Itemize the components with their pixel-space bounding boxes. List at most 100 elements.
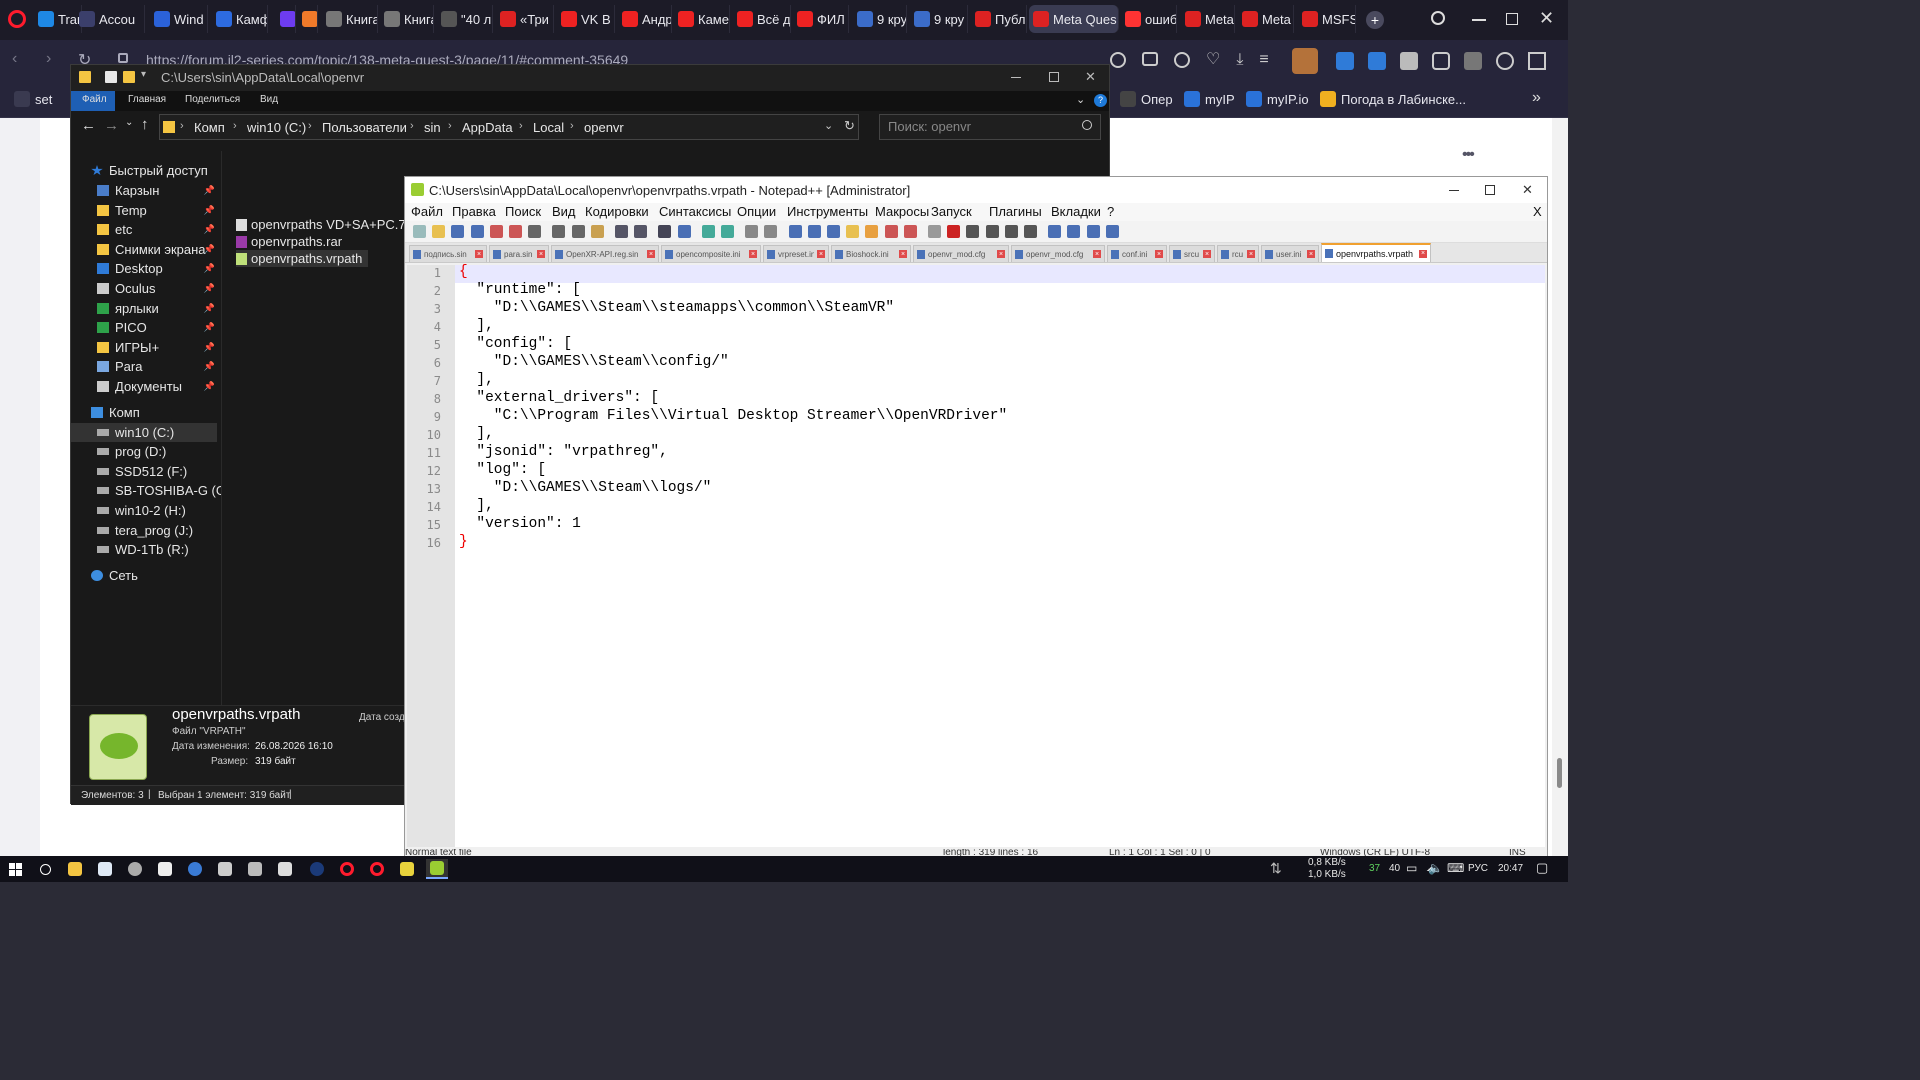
nav-back-icon[interactable]: ←: [81, 117, 96, 134]
pin-icon[interactable]: 📌: [204, 322, 215, 333]
play-icon[interactable]: [985, 225, 999, 238]
copy-icon[interactable]: [571, 225, 585, 238]
taskbar-app-tag[interactable]: [214, 859, 236, 879]
tree-item-quick-access[interactable]: Снимки экрана 📌: [71, 240, 217, 259]
tree-item-quick-access[interactable]: ярлыки 📌: [71, 299, 217, 318]
taskbar-notepadpp[interactable]: [426, 859, 448, 879]
function-list-icon[interactable]: [884, 225, 898, 238]
ribbon-tab-view[interactable]: Вид: [260, 94, 278, 105]
browser-tab[interactable]: Meta: [1181, 5, 1235, 33]
shield-ext-icon[interactable]: [1400, 52, 1418, 70]
breadcrumb-separator-icon[interactable]: ›: [410, 120, 414, 132]
stop-icon[interactable]: [966, 225, 980, 238]
menu-item[interactable]: Поиск: [505, 204, 541, 219]
properties-icon[interactable]: [105, 71, 117, 83]
tree-item-quick-access[interactable]: Oculus 📌: [71, 279, 217, 298]
browser-tab[interactable]: MSFS: [1298, 5, 1356, 33]
tree-item-quick-access[interactable]: PICO 📌: [71, 318, 217, 337]
sync-h-icon[interactable]: [764, 225, 778, 238]
clock-time[interactable]: 20:47: [1498, 863, 1523, 874]
tree-network[interactable]: Сеть: [71, 566, 217, 585]
browser-tab[interactable]: Wind: [150, 5, 208, 33]
bookmark-item[interactable]: Погода в Лабинске...: [1320, 91, 1466, 107]
udl-icon[interactable]: [846, 225, 860, 238]
volume-icon[interactable]: 🔈: [1428, 861, 1443, 875]
s-ext-icon[interactable]: [1368, 52, 1386, 70]
close-document-button[interactable]: X: [1533, 204, 1542, 219]
browser-tab[interactable]: «Три: [496, 5, 554, 33]
monitor-icon[interactable]: [928, 225, 941, 238]
pin-icon[interactable]: 📌: [204, 303, 215, 314]
zoom-out-icon[interactable]: [721, 225, 734, 238]
bookmark-item[interactable]: set: [14, 91, 52, 107]
avatar[interactable]: [1292, 48, 1318, 74]
menu-item[interactable]: ?: [1107, 204, 1114, 219]
keyboard-icon[interactable]: ⌨: [1447, 861, 1464, 875]
nav-up-icon[interactable]: ↑: [141, 116, 149, 133]
taskbar-chrome-g[interactable]: [396, 859, 418, 879]
browser-tab[interactable]: Meta Ques: [1029, 5, 1119, 33]
menu-item[interactable]: Синтаксисы: [659, 204, 731, 219]
tree-item-quick-access[interactable]: Документы 📌: [71, 377, 217, 396]
save-all-icon[interactable]: [470, 225, 484, 238]
more-options-icon[interactable]: •••: [1462, 146, 1475, 164]
search-icon[interactable]: [1431, 11, 1445, 25]
open-file-icon[interactable]: [432, 225, 446, 238]
paste-icon[interactable]: [590, 225, 604, 238]
taskbar-app-plane[interactable]: [274, 859, 296, 879]
pin-icon[interactable]: 📌: [204, 263, 215, 274]
explorer-minimize-icon[interactable]: [1011, 77, 1021, 78]
npp-close-icon[interactable]: ✕: [1522, 182, 1533, 198]
explorer-search-input[interactable]: Поиск: openvr: [879, 114, 1101, 140]
scrollbar-thumb[interactable]: [1557, 758, 1562, 788]
breadcrumb-separator-icon[interactable]: ›: [308, 120, 312, 132]
document-tab[interactable]: подпись.sin ×: [409, 245, 487, 262]
cut-icon[interactable]: [552, 225, 566, 238]
document-tab[interactable]: openvr_mod.cfg ×: [1011, 245, 1105, 262]
cube-ext-icon[interactable]: [1528, 52, 1546, 70]
pin-icon[interactable]: 📌: [204, 283, 215, 294]
browser-tab[interactable]: [298, 5, 318, 33]
menu-item[interactable]: Инструменты: [787, 204, 868, 219]
close-tab-icon[interactable]: ×: [899, 250, 907, 258]
restore-icon[interactable]: [1506, 13, 1518, 25]
tree-item-drive[interactable]: win10 (C:): [71, 422, 217, 442]
taskbar-calculator[interactable]: [154, 859, 176, 879]
breadcrumb-item[interactable]: Local: [533, 120, 564, 135]
close-icon[interactable]: [489, 225, 503, 238]
down-icon[interactable]: [1086, 225, 1100, 238]
file-item[interactable]: openvrpaths.vrpath: [236, 250, 369, 267]
close-tab-icon[interactable]: ×: [1247, 250, 1255, 258]
pin-icon[interactable]: 📌: [204, 224, 215, 235]
breadcrumb-item[interactable]: openvr: [584, 120, 624, 135]
close-tab-icon[interactable]: ×: [1419, 249, 1427, 258]
close-tab-icon[interactable]: ×: [647, 250, 655, 258]
pin-icon[interactable]: 📌: [204, 244, 215, 255]
collapse-icon[interactable]: [1048, 225, 1062, 238]
start-button[interactable]: [4, 859, 26, 879]
page-scrollbar[interactable]: [1552, 118, 1568, 856]
bookmark-item[interactable]: myIP: [1184, 91, 1235, 107]
pin-icon[interactable]: 📌: [204, 361, 215, 372]
quick-access-dropdown-icon[interactable]: ▾: [141, 69, 146, 80]
browser-tab[interactable]: 9 кру: [910, 5, 968, 33]
close-tab-icon[interactable]: ×: [1307, 250, 1315, 258]
print-icon[interactable]: [528, 225, 542, 238]
npp-minimize-icon[interactable]: [1449, 190, 1459, 191]
tree-item-drive[interactable]: WD-1Tb (R:): [71, 540, 217, 559]
zoom-icon[interactable]: [1110, 52, 1126, 68]
up-icon[interactable]: [1067, 225, 1081, 238]
document-tab[interactable]: rcu ×: [1217, 245, 1259, 262]
explorer-maximize-icon[interactable]: [1049, 72, 1059, 82]
tree-item-quick-access[interactable]: Temp 📌: [71, 201, 217, 220]
document-tab[interactable]: opencomposite.ini ×: [661, 245, 761, 262]
close-tab-icon[interactable]: ×: [1155, 250, 1163, 258]
taskbar-app-steam[interactable]: [306, 859, 328, 879]
network-icon[interactable]: ▭: [1406, 861, 1417, 875]
browser-tab[interactable]: Книга: [380, 5, 434, 33]
menu-item[interactable]: Вкладки: [1051, 204, 1101, 219]
browser-tab[interactable]: Камф: [212, 5, 268, 33]
address-dropdown-icon[interactable]: ⌄: [824, 119, 833, 132]
tree-item-quick-access[interactable]: Карзын 📌: [71, 181, 217, 200]
menu-item[interactable]: Плагины: [989, 204, 1042, 219]
